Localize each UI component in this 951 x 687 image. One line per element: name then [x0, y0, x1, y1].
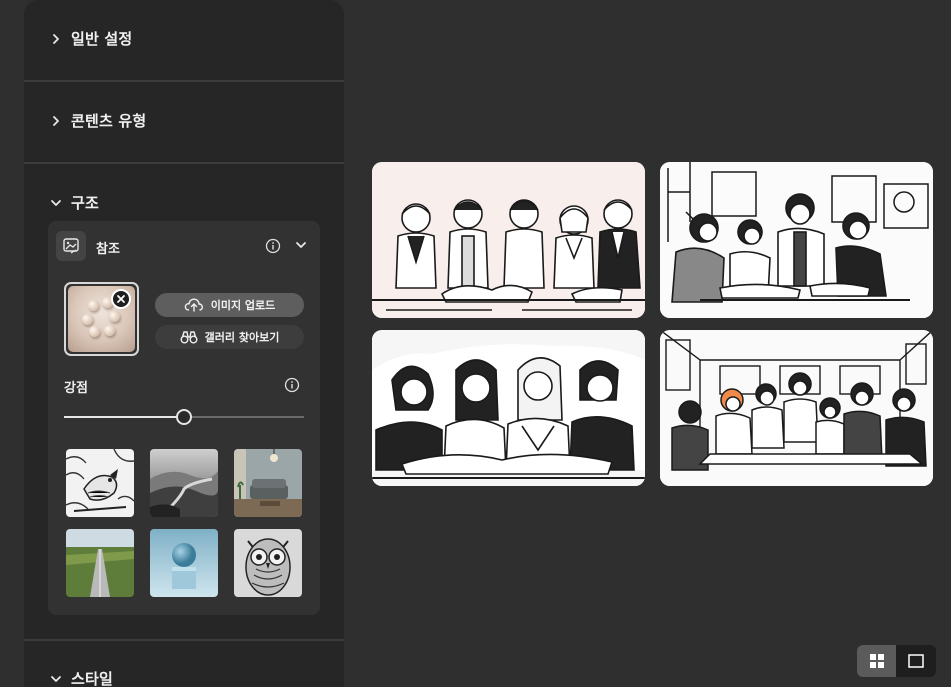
reference-image-icon — [56, 231, 86, 261]
section-header-content-type[interactable]: 콘텐츠 유형 — [50, 110, 146, 131]
chevron-right-icon — [53, 115, 59, 126]
bird-sketch-thumb[interactable] — [66, 449, 134, 517]
single-view-button[interactable] — [896, 645, 935, 677]
reference-title: 참조 — [96, 242, 120, 257]
section-header-structure[interactable]: 구조 — [50, 192, 99, 213]
chevron-down-icon[interactable] — [294, 238, 308, 252]
reference-card: 참조 이미지 업로드 갤러리 찾아보기 강점 — [48, 221, 320, 615]
green-field-road-thumb[interactable] — [66, 529, 134, 597]
reference-card-header: 참조 — [56, 231, 312, 261]
close-icon — [117, 295, 125, 303]
slider-handle[interactable] — [176, 409, 192, 425]
browse-gallery-button[interactable]: 갤러리 찾아보기 — [155, 325, 304, 349]
section-general-settings: 일반 설정 — [24, 0, 344, 82]
upload-label: 이미지 업로드 — [210, 299, 276, 312]
cloud-upload-icon — [184, 298, 203, 312]
upload-image-button[interactable]: 이미지 업로드 — [155, 293, 304, 317]
misty-river-thumb[interactable] — [150, 449, 218, 517]
result-image-1[interactable] — [372, 162, 645, 318]
info-icon[interactable] — [284, 377, 300, 393]
result-image-4[interactable] — [660, 330, 933, 486]
chevron-down-icon — [51, 675, 61, 682]
section-style: 스타일 — [24, 641, 344, 687]
owl-pattern-thumb[interactable] — [234, 529, 302, 597]
section-content-type: 콘텐츠 유형 — [24, 82, 344, 164]
chevron-down-icon — [51, 199, 61, 206]
living-room-thumb[interactable] — [234, 449, 302, 517]
single-image-icon — [907, 654, 924, 668]
result-image-2[interactable] — [660, 162, 933, 318]
info-icon[interactable] — [265, 238, 281, 254]
section-title: 일반 설정 — [71, 30, 133, 48]
settings-panel: 일반 설정 콘텐츠 유형 구조 스타일 참조 이미지 업로드 갤러리 찾아보기 … — [24, 0, 344, 687]
view-mode-toggle — [857, 645, 936, 677]
remove-reference-button[interactable] — [111, 289, 131, 309]
section-title: 구조 — [71, 194, 100, 212]
result-image-3[interactable] — [372, 330, 645, 486]
sphere-pedestal-thumb[interactable] — [150, 529, 218, 597]
section-header-style[interactable]: 스타일 — [50, 668, 113, 687]
slider-fill — [64, 416, 184, 418]
grid-view-button[interactable] — [857, 645, 896, 677]
section-header-general[interactable]: 일반 설정 — [50, 28, 132, 49]
strength-label: 강점 — [64, 381, 88, 396]
chevron-right-icon — [53, 33, 59, 44]
strength-slider[interactable] — [64, 407, 304, 427]
binoculars-icon — [180, 331, 198, 344]
section-title: 스타일 — [71, 670, 114, 687]
gallery-label: 갤러리 찾아보기 — [204, 331, 280, 344]
grid-icon — [869, 654, 884, 668]
section-title: 콘텐츠 유형 — [71, 112, 147, 130]
